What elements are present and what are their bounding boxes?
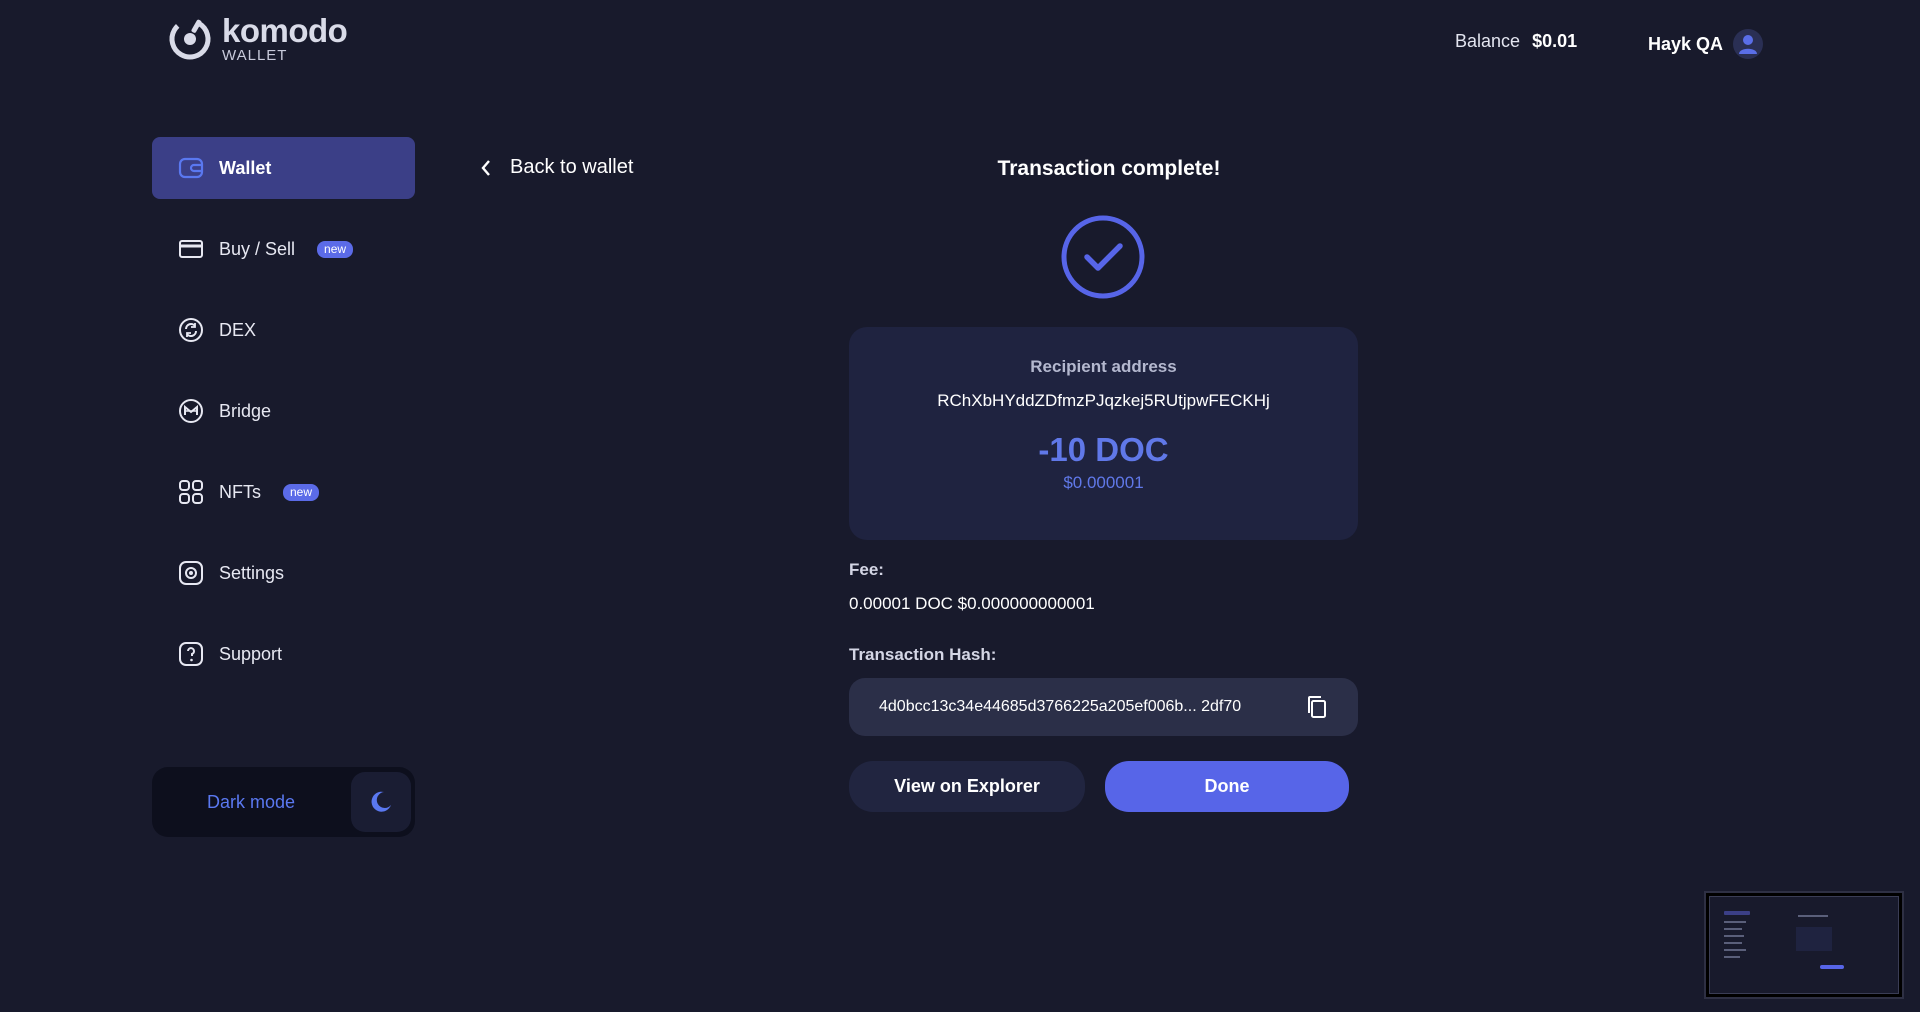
- minimap-line: [1798, 915, 1828, 917]
- fee-value: 0.00001 DOC $0.000000000001: [849, 594, 1095, 613]
- minimap-line: [1724, 928, 1742, 930]
- done-button[interactable]: Done: [1105, 761, 1349, 812]
- user-name: Hayk QA: [1648, 33, 1724, 54]
- transaction-hash-label: Transaction Hash:: [849, 645, 997, 664]
- gear-icon: [177, 559, 205, 587]
- sidebar-item-label: Wallet: [219, 157, 272, 178]
- transaction-hash-field: 4d0bcc13c34e44685d3766225a205ef006b... 2…: [849, 678, 1358, 736]
- logo-subtitle: WALLET: [222, 47, 288, 64]
- minimap-sidebar-active: [1724, 911, 1750, 915]
- sidebar-item-dex[interactable]: DEX: [152, 299, 415, 361]
- card-icon: [177, 235, 205, 263]
- dark-mode-label: Dark mode: [207, 791, 296, 812]
- minimap-thumbnail[interactable]: [1704, 891, 1904, 999]
- page-title: Transaction complete!: [997, 157, 1221, 180]
- sidebar-item-nfts[interactable]: NFTs new: [152, 461, 415, 523]
- komodo-logo: komodo WALLET: [166, 12, 348, 64]
- sidebar-item-label: Buy / Sell: [219, 238, 296, 259]
- user-menu[interactable]: Hayk QA: [1648, 29, 1764, 59]
- komodo-logo-icon: [169, 18, 211, 59]
- minimap-line: [1724, 921, 1746, 923]
- fee-label: Fee:: [849, 560, 884, 579]
- sidebar-item-bridge[interactable]: Bridge: [152, 380, 415, 442]
- success-check-icon: [1061, 215, 1145, 299]
- sidebar-item-wallet[interactable]: Wallet: [152, 137, 415, 199]
- minimap-line: [1724, 949, 1746, 951]
- new-badge: new: [283, 483, 320, 501]
- balance-display: Balance $0.01: [1455, 31, 1577, 52]
- sidebar-item-support[interactable]: Support: [152, 623, 415, 685]
- avatar[interactable]: [1733, 29, 1764, 59]
- transaction-amount: -10 DOC: [1038, 431, 1169, 468]
- minimap-line: [1724, 956, 1740, 958]
- moon-icon[interactable]: [351, 772, 411, 832]
- grid-icon: [177, 478, 205, 506]
- transaction-summary-card: Recipient address RChXbHYddZDfmzPJqzkej5…: [849, 327, 1358, 540]
- dark-mode-toggle[interactable]: Dark mode: [152, 767, 415, 837]
- minimap-line: [1724, 942, 1742, 944]
- copy-icon[interactable]: [1302, 692, 1332, 722]
- sidebar-item-label: DEX: [219, 319, 257, 340]
- swap-icon: [177, 316, 205, 344]
- sidebar-item-settings[interactable]: Settings: [152, 542, 415, 604]
- chevron-left-icon: [481, 159, 490, 176]
- balance-label: Balance: [1455, 31, 1521, 51]
- view-on-explorer-button[interactable]: View on Explorer: [849, 761, 1085, 812]
- sidebar-item-label: Support: [219, 643, 283, 664]
- minimap-preview: [1709, 896, 1899, 994]
- transaction-amount-usd: $0.000001: [1063, 473, 1144, 492]
- sidebar-item-label: Bridge: [219, 400, 272, 421]
- help-icon: [177, 640, 205, 668]
- sidebar-item-buy-sell[interactable]: Buy / Sell new: [152, 218, 415, 280]
- sidebar-item-label: NFTs: [219, 481, 261, 502]
- bridge-icon: [177, 397, 205, 425]
- user-icon: [1739, 35, 1758, 54]
- transaction-hash-value: 4d0bcc13c34e44685d3766225a205ef006b... 2…: [879, 698, 1242, 715]
- recipient-address: RChXbHYddZDfmzPJqzkej5RUtjpwFECKHj: [937, 391, 1270, 410]
- minimap-card: [1796, 927, 1832, 951]
- sidebar-item-label: Settings: [219, 562, 285, 583]
- wallet-icon: [177, 154, 205, 182]
- minimap-done: [1820, 965, 1844, 969]
- back-to-wallet-link[interactable]: Back to wallet: [480, 156, 633, 179]
- sidebar: Wallet Buy / Sell new DEX Bridge NFTs ne…: [152, 137, 415, 704]
- minimap-line: [1724, 935, 1744, 937]
- balance-value: $0.01: [1532, 31, 1578, 51]
- new-badge: new: [317, 240, 354, 258]
- logo-name: komodo: [222, 12, 348, 49]
- recipient-label: Recipient address: [1030, 357, 1177, 376]
- back-label: Back to wallet: [510, 156, 634, 178]
